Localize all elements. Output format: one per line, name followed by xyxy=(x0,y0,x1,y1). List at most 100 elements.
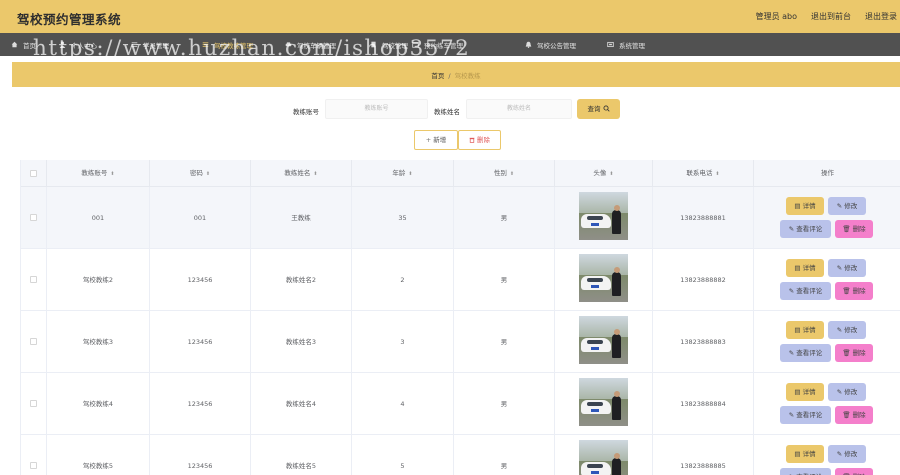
trash-icon: 🗑 xyxy=(842,411,851,419)
table-row: 驾校教练4 123456 教练姓名4 4 男 13823888884 ▤ 详情 … xyxy=(21,373,900,435)
add-button[interactable]: + 新增 xyxy=(414,130,458,150)
row-checkbox[interactable] xyxy=(30,338,37,345)
view-reviews-button[interactable]: ✎ 查看评论 xyxy=(780,344,831,362)
nav-item-students[interactable]: 学员管理 xyxy=(131,33,169,56)
view-reviews-button[interactable]: ✎ 查看评论 xyxy=(780,468,831,475)
cell-name: 王教练 xyxy=(251,187,352,249)
delete-button[interactable]: 🗑 删除 xyxy=(835,282,873,300)
cell-phone: 13823888884 xyxy=(653,373,754,435)
detail-button[interactable]: ▤ 详情 xyxy=(786,259,824,277)
edit-button[interactable]: ✎ 修改 xyxy=(828,321,866,339)
breadcrumb-home[interactable]: 首页 xyxy=(431,72,444,80)
column-header[interactable]: 密码 ⬍ xyxy=(150,160,251,187)
admin-user-label: 管理员 abo xyxy=(755,12,797,21)
sort-icon: ⬍ xyxy=(509,171,515,177)
breadcrumb-current: 驾校教练 xyxy=(454,72,481,80)
detail-icon: ▤ xyxy=(794,388,801,396)
column-header[interactable]: 教练姓名 ⬍ xyxy=(251,160,352,187)
cell-gender: 男 xyxy=(454,435,555,475)
search-icon xyxy=(603,105,610,113)
cell-name: 教练姓名4 xyxy=(251,373,352,435)
view-reviews-button[interactable]: ✎ 查看评论 xyxy=(780,406,831,424)
detail-icon: ▤ xyxy=(794,326,801,334)
nav-item-vehicles[interactable]: 驾校车辆管理 xyxy=(285,33,336,56)
cell-age: 2 xyxy=(352,249,454,311)
row-checkbox[interactable] xyxy=(30,214,37,221)
edit-icon: ✎ xyxy=(836,450,843,458)
edit-button[interactable]: ✎ 修改 xyxy=(828,383,866,401)
nav-item-coaches[interactable]: 驾校教练管理 xyxy=(202,33,253,56)
user-icon xyxy=(59,41,66,48)
detail-button[interactable]: ▤ 详情 xyxy=(786,383,824,401)
column-header[interactable]: 年龄 ⬍ xyxy=(352,160,454,187)
column-header[interactable]: 性别 ⬍ xyxy=(454,160,555,187)
settings-icon xyxy=(607,41,614,48)
edit-icon: ✎ xyxy=(788,225,795,233)
coach-avatar xyxy=(579,316,628,364)
detail-button[interactable]: ▤ 详情 xyxy=(786,321,824,339)
edit-icon: ✎ xyxy=(788,287,795,295)
cell-name: 教练姓名2 xyxy=(251,249,352,311)
sort-icon: ⬍ xyxy=(313,171,318,177)
nav-item-profile[interactable]: 个人中心 xyxy=(59,33,97,56)
top-header: 驾校预约管理系统 管理员 abo 退出到前台 退出登录 xyxy=(0,0,900,33)
account-search-input[interactable]: 教练账号 xyxy=(325,99,428,119)
name-search-input[interactable]: 教练姓名 xyxy=(466,99,572,119)
cell-age: 35 xyxy=(352,187,454,249)
row-checkbox[interactable] xyxy=(30,400,37,407)
column-header[interactable]: 教练账号 ⬍ xyxy=(47,160,150,187)
sort-icon: ⬍ xyxy=(205,171,211,177)
cell-password: 001 xyxy=(150,187,251,249)
nav-item-announcements[interactable]: 驾校公告管理 xyxy=(525,33,576,56)
edit-icon: ✎ xyxy=(836,202,843,210)
detail-button[interactable]: ▤ 详情 xyxy=(786,445,824,463)
select-all-checkbox[interactable] xyxy=(30,170,37,177)
back-to-frontend-link[interactable]: 退出到前台 xyxy=(811,11,851,22)
cell-age: 3 xyxy=(352,311,454,373)
plus-icon: + xyxy=(425,136,432,144)
car-icon xyxy=(285,41,292,48)
delete-button[interactable]: 🗑 删除 xyxy=(835,406,873,424)
cell-name: 教练姓名3 xyxy=(251,311,352,373)
nav-item-home[interactable]: 首页 xyxy=(11,33,36,56)
breadcrumb-separator: / xyxy=(448,72,451,80)
trash-icon: 🗑 xyxy=(842,225,851,233)
search-button[interactable]: 查询 xyxy=(577,99,620,119)
coach-avatar xyxy=(579,192,628,240)
account-search-label: 教练账号 xyxy=(293,108,319,116)
row-checkbox[interactable] xyxy=(30,462,37,469)
row-checkbox[interactable] xyxy=(30,276,37,283)
edit-button[interactable]: ✎ 修改 xyxy=(828,259,866,277)
edit-button[interactable]: ✎ 修改 xyxy=(828,197,866,215)
cell-password: 123456 xyxy=(150,249,251,311)
nav-item-schools[interactable]: 驾校管理 xyxy=(370,33,408,56)
view-reviews-button[interactable]: ✎ 查看评论 xyxy=(780,282,831,300)
delete-button[interactable]: 🗑 删除 xyxy=(835,220,873,238)
trash-icon xyxy=(469,136,475,144)
edit-icon: ✎ xyxy=(788,411,795,419)
batch-delete-label: 删除 xyxy=(477,136,491,144)
view-reviews-button[interactable]: ✎ 查看评论 xyxy=(780,220,831,238)
cell-phone: 13823888882 xyxy=(653,249,754,311)
column-header[interactable]: 联系电话 ⬍ xyxy=(653,160,754,187)
batch-delete-button[interactable]: 删除 xyxy=(458,130,501,150)
detail-icon: ▤ xyxy=(794,450,801,458)
nav-item-bookings[interactable]: 预约练车管理 xyxy=(412,33,463,56)
home-icon xyxy=(11,41,18,48)
coach-avatar xyxy=(579,378,628,426)
delete-button[interactable]: 🗑 删除 xyxy=(835,344,873,362)
edit-button[interactable]: ✎ 修改 xyxy=(828,445,866,463)
column-header[interactable]: 头像 ⬍ xyxy=(555,160,653,187)
trash-icon: 🗑 xyxy=(842,349,851,357)
cell-gender: 男 xyxy=(454,311,555,373)
nav-item-system[interactable]: 系统管理 xyxy=(607,33,645,56)
cell-age: 5 xyxy=(352,435,454,475)
logout-link[interactable]: 退出登录 xyxy=(865,11,897,22)
header-checkbox-cell xyxy=(21,160,47,187)
trash-icon: 🗑 xyxy=(842,287,851,295)
bell-icon xyxy=(525,41,532,48)
detail-button[interactable]: ▤ 详情 xyxy=(786,197,824,215)
edit-icon: ✎ xyxy=(836,388,843,396)
cell-account: 驾校教练5 xyxy=(47,435,150,475)
delete-button[interactable]: 🗑 删除 xyxy=(835,468,873,475)
